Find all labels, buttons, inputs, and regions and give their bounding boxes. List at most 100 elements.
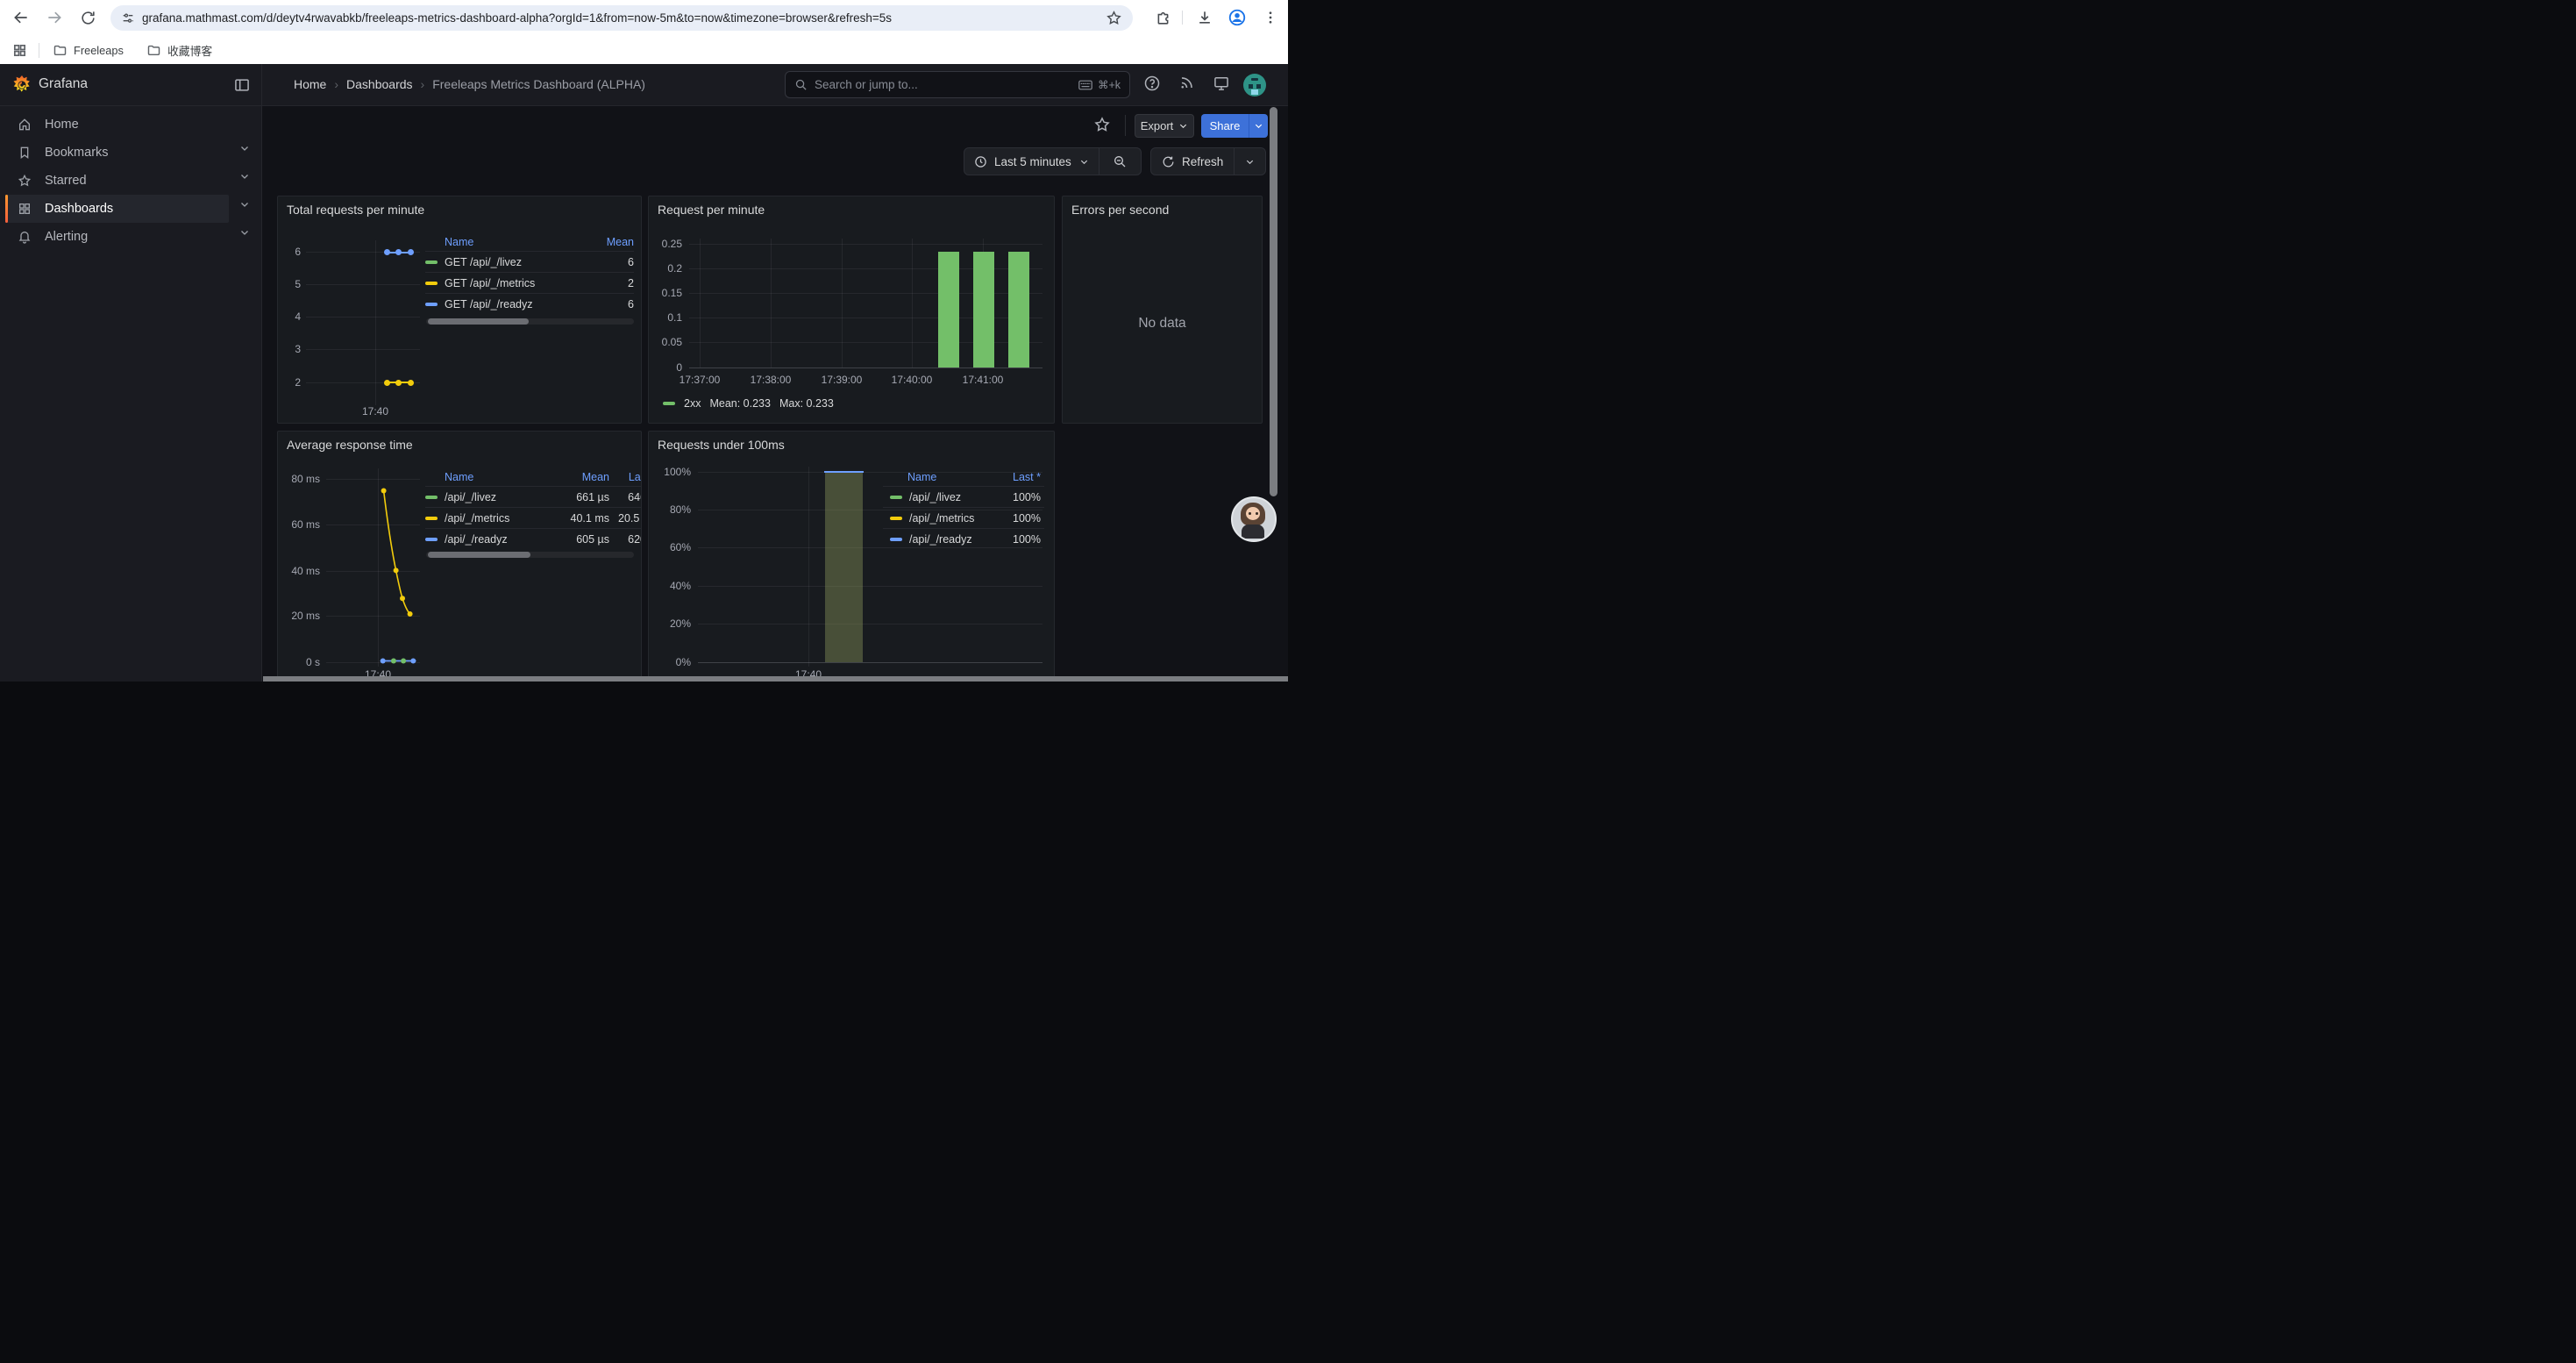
series-name[interactable]: GET /api/_/metrics: [445, 277, 590, 289]
legend-scrollbar[interactable]: [426, 318, 634, 325]
search-input[interactable]: Search or jump to... ⌘+k: [785, 71, 1130, 98]
grafana-logo-icon[interactable]: [11, 75, 32, 96]
legend-scrollbar[interactable]: [426, 552, 634, 558]
sidebar-item-home[interactable]: Home: [5, 111, 229, 139]
series-mean: 605 µs: [560, 533, 609, 546]
legend-col-name[interactable]: Name: [445, 471, 473, 483]
series-name[interactable]: 2xx: [684, 397, 701, 410]
dock-menu-icon[interactable]: [233, 76, 251, 94]
series-swatch: [425, 260, 438, 264]
chevron-down-icon[interactable]: [239, 199, 250, 210]
kiosk-monitor-icon[interactable]: [1213, 75, 1232, 94]
legend-col-last[interactable]: Las: [609, 471, 642, 483]
horizontal-scrollbar[interactable]: [263, 676, 1288, 682]
panel-title[interactable]: Errors per second: [1071, 203, 1169, 217]
chevron-down-icon[interactable]: [1079, 157, 1089, 167]
export-button[interactable]: Export: [1135, 114, 1194, 138]
legend-row[interactable]: GET /api/_/metrics 2: [425, 272, 634, 293]
sidebar-item-label: Alerting: [45, 230, 88, 244]
legend-row[interactable]: GET /api/_/readyz 6: [425, 293, 634, 314]
legend-row[interactable]: /api/_/readyz 605 µs 620: [425, 528, 642, 549]
legend-col-name[interactable]: Name: [907, 471, 936, 483]
gridline-vertical: [912, 239, 913, 368]
share-menu-button[interactable]: [1249, 114, 1268, 138]
x-tick: 17:38:00: [744, 374, 797, 386]
vertical-scrollbar[interactable]: [1270, 107, 1277, 496]
breadcrumb-dashboards[interactable]: Dashboards: [346, 77, 413, 91]
profile-icon[interactable]: [1227, 7, 1248, 28]
legend-col-mean[interactable]: Mean: [473, 236, 634, 248]
address-bar[interactable]: grafana.mathmast.com/d/deytv4rwavabkb/fr…: [110, 5, 1133, 31]
data-point: [395, 380, 402, 386]
legend-row[interactable]: GET /api/_/livez 6: [425, 251, 634, 272]
data-point: [395, 249, 402, 255]
breadcrumb-home[interactable]: Home: [294, 77, 326, 91]
zoom-out-icon[interactable]: [1099, 154, 1141, 168]
sidebar-item-starred[interactable]: Starred: [5, 167, 229, 195]
bookmark-star-icon[interactable]: [1106, 10, 1122, 26]
chevron-down-icon[interactable]: [239, 143, 250, 153]
legend-row[interactable]: /api/_/livez 100%: [883, 486, 1044, 507]
gridline: [326, 616, 420, 617]
share-button[interactable]: Share: [1201, 114, 1249, 138]
gridline: [326, 571, 420, 572]
bookmark-folder-blogs[interactable]: 收藏博客: [146, 40, 212, 60]
scrollbar-thumb[interactable]: [428, 552, 530, 558]
brand-title[interactable]: Grafana: [39, 76, 88, 92]
panel-requests-under-100ms[interactable]: Requests under 100ms 100% 80% 60% 40% 20…: [648, 431, 1055, 682]
legend-col-mean[interactable]: Mean: [473, 471, 609, 483]
extensions-icon[interactable]: [1152, 7, 1173, 28]
download-icon[interactable]: [1194, 7, 1215, 28]
reload-icon[interactable]: [77, 7, 98, 28]
apps-grid-icon[interactable]: [9, 39, 30, 61]
sidebar-item-dashboards[interactable]: Dashboards: [5, 195, 229, 223]
browser-menu-icon[interactable]: [1260, 7, 1281, 28]
avatar-eye: [1256, 512, 1258, 515]
time-range-label[interactable]: Last 5 minutes: [994, 155, 1071, 168]
series-swatch: [425, 496, 438, 499]
site-settings-icon[interactable]: [121, 11, 135, 25]
bookmark-label: 收藏博客: [167, 42, 212, 59]
panel-title[interactable]: Requests under 100ms: [658, 438, 785, 452]
panel-average-response-time[interactable]: Average response time 80 ms 60 ms 40 ms …: [277, 431, 642, 682]
favorite-dashboard-star-icon[interactable]: [1093, 116, 1111, 133]
series-name[interactable]: /api/_/livez: [909, 491, 999, 503]
user-avatar[interactable]: [1243, 74, 1266, 96]
panel-total-requests-per-minute[interactable]: Total requests per minute 6 5 4 3 2 17:4…: [277, 196, 642, 424]
chevron-down-icon[interactable]: [239, 227, 250, 238]
panel-request-per-minute[interactable]: Request per minute 0.25 0.2 0.15 0.1 0.0…: [648, 196, 1055, 424]
back-icon[interactable]: [11, 7, 32, 28]
y-tick: 40%: [649, 580, 691, 592]
panel-errors-per-second[interactable]: Errors per second No data: [1062, 196, 1263, 424]
refresh-interval-chevron-icon[interactable]: [1235, 157, 1265, 167]
series-name[interactable]: /api/_/metrics: [445, 512, 560, 525]
chevron-down-icon[interactable]: [239, 171, 250, 182]
help-icon[interactable]: [1143, 75, 1163, 94]
series-name[interactable]: /api/_/readyz: [909, 533, 999, 546]
panel-title[interactable]: Request per minute: [658, 203, 765, 217]
series-name[interactable]: /api/_/metrics: [909, 512, 999, 525]
legend-row[interactable]: /api/_/metrics 40.1 ms 20.5 r: [425, 507, 642, 528]
forward-icon[interactable]: [44, 7, 65, 28]
refresh-label[interactable]: Refresh: [1182, 155, 1223, 168]
legend-row[interactable]: /api/_/metrics 100%: [883, 507, 1044, 528]
series-name[interactable]: /api/_/livez: [445, 491, 560, 503]
legend-row[interactable]: /api/_/livez 661 µs 646: [425, 486, 642, 507]
series-name[interactable]: GET /api/_/readyz: [445, 298, 590, 310]
series-name[interactable]: GET /api/_/livez: [445, 256, 590, 268]
legend-row[interactable]: /api/_/readyz 100%: [883, 528, 1044, 549]
bookmark-folder-freeleaps[interactable]: Freeleaps: [53, 40, 124, 60]
legend-col-last[interactable]: Last *: [936, 471, 1041, 483]
scrollbar-thumb[interactable]: [428, 318, 529, 325]
floating-assistant-avatar[interactable]: [1231, 496, 1277, 542]
news-rss-icon[interactable]: [1178, 75, 1198, 94]
x-tick: 17:40:00: [886, 374, 938, 386]
series-name[interactable]: /api/_/readyz: [445, 533, 560, 546]
sidebar-item-alerting[interactable]: Alerting: [5, 223, 229, 251]
sidebar-item-bookmarks[interactable]: Bookmarks: [5, 139, 229, 167]
legend-col-name[interactable]: Name: [445, 236, 473, 248]
panel-title[interactable]: Total requests per minute: [287, 203, 424, 217]
refresh-icon[interactable]: [1162, 155, 1175, 168]
url-text[interactable]: grafana.mathmast.com/d/deytv4rwavabkb/fr…: [142, 5, 1092, 31]
panel-title[interactable]: Average response time: [287, 438, 413, 452]
